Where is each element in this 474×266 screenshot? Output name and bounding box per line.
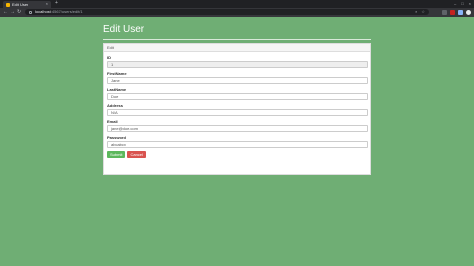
password-field[interactable] bbox=[107, 141, 368, 148]
url-host: localhost bbox=[35, 9, 51, 14]
field-group-email: Email bbox=[107, 119, 368, 132]
extension-icon[interactable] bbox=[450, 9, 455, 15]
extension-icon[interactable] bbox=[442, 9, 447, 15]
zoom-icon[interactable]: ⌕ bbox=[415, 10, 417, 14]
id-field bbox=[107, 61, 368, 68]
maximize-icon[interactable]: □ bbox=[461, 1, 463, 6]
new-tab-icon[interactable]: + bbox=[55, 1, 58, 6]
tab-strip: Edit User × + – □ × bbox=[0, 0, 474, 8]
address-bar[interactable]: localhost :4567/users/edit/1 ⌕ ☆ bbox=[25, 9, 429, 15]
reload-icon[interactable]: ↻ bbox=[17, 9, 21, 15]
title-divider bbox=[103, 39, 371, 40]
browser-toolbar: ← → ↻ localhost :4567/users/edit/1 ⌕ ☆ bbox=[0, 8, 474, 17]
panel-header: Edit bbox=[104, 44, 370, 52]
submit-button[interactable]: Submit bbox=[107, 151, 126, 158]
field-group-address: Address bbox=[107, 103, 368, 116]
bookmark-star-icon[interactable]: ☆ bbox=[421, 10, 425, 14]
tab-title: Edit User bbox=[12, 2, 29, 7]
browser-chrome: Edit User × + – □ × ← → ↻ localhost :456… bbox=[0, 0, 474, 17]
form-actions: Submit Cancel bbox=[107, 151, 367, 158]
profile-avatar-icon[interactable] bbox=[466, 9, 471, 15]
tab-close-icon[interactable]: × bbox=[46, 2, 48, 6]
forward-icon[interactable]: → bbox=[10, 9, 15, 15]
info-icon[interactable] bbox=[29, 10, 32, 14]
field-group-id: ID bbox=[107, 55, 368, 68]
browser-tab[interactable]: Edit User × bbox=[3, 1, 51, 8]
extension-icon[interactable] bbox=[458, 9, 463, 15]
window-close-icon[interactable]: × bbox=[469, 1, 471, 6]
lastname-field[interactable] bbox=[107, 93, 368, 100]
page-title: Edit User bbox=[103, 24, 145, 35]
extension-icons bbox=[442, 9, 471, 15]
field-group-firstname: FirstName bbox=[107, 71, 368, 84]
email-field[interactable] bbox=[107, 125, 368, 132]
edit-user-panel: Edit ID FirstName LastName Address Email… bbox=[103, 43, 371, 175]
url-path: :4567/users/edit/1 bbox=[50, 9, 83, 14]
minimize-icon[interactable]: – bbox=[454, 1, 456, 6]
edit-user-form: ID FirstName LastName Address Email Pass… bbox=[104, 52, 370, 158]
omnibox-icons: ⌕ ☆ bbox=[415, 10, 425, 14]
back-icon[interactable]: ← bbox=[3, 9, 8, 15]
field-group-password: Password bbox=[107, 135, 368, 148]
cancel-button[interactable]: Cancel bbox=[127, 151, 146, 158]
window-controls: – □ × bbox=[454, 1, 471, 6]
favicon-icon bbox=[6, 2, 10, 7]
address-field[interactable] bbox=[107, 109, 368, 116]
field-group-lastname: LastName bbox=[107, 87, 368, 100]
firstname-field[interactable] bbox=[107, 77, 368, 84]
